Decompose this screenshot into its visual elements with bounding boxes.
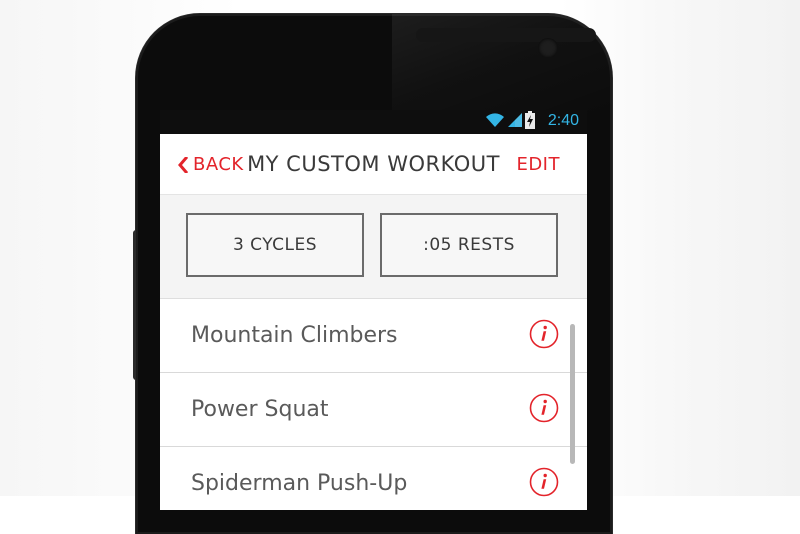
phone-screen: 2:40 BACK MY CUSTOM WORKOUT EDIT 3 CYCLE…: [160, 110, 587, 510]
status-bar: 2:40: [160, 110, 587, 134]
info-icon[interactable]: [529, 467, 559, 497]
status-icons: [485, 110, 535, 134]
info-icon[interactable]: [529, 393, 559, 423]
exercise-name: Mountain Climbers: [191, 323, 398, 348]
list-item[interactable]: Mountain Climbers: [160, 299, 587, 373]
battery-icon: [525, 110, 535, 134]
wifi-icon: [485, 112, 505, 133]
signal-icon: [507, 112, 523, 133]
list-item[interactable]: Power Squat: [160, 373, 587, 447]
exercise-list: Mountain Climbers Power Squat Spiderman …: [160, 299, 587, 510]
edit-button[interactable]: EDIT: [516, 154, 560, 175]
status-time: 2:40: [547, 112, 579, 129]
app-header: BACK MY CUSTOM WORKOUT EDIT: [160, 134, 587, 195]
workout-settings: 3 CYCLES :05 RESTS: [160, 195, 587, 299]
phone-camera: [538, 38, 558, 58]
exercise-name: Power Squat: [191, 397, 329, 422]
scrollbar[interactable]: [570, 324, 575, 464]
cycles-button[interactable]: 3 CYCLES: [186, 213, 364, 277]
phone-speaker: [416, 28, 596, 42]
list-item[interactable]: Spiderman Push-Up: [160, 447, 587, 510]
rests-button[interactable]: :05 RESTS: [380, 213, 558, 277]
exercise-name: Spiderman Push-Up: [191, 471, 408, 496]
info-icon[interactable]: [529, 319, 559, 349]
